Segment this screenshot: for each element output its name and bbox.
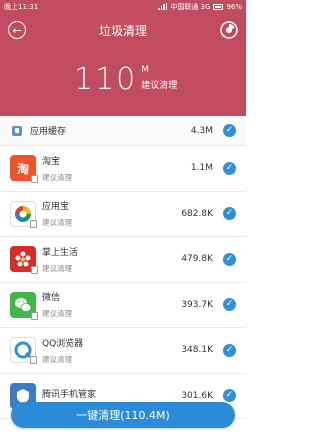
total-size-number: 110 — [74, 62, 138, 97]
checked-icon[interactable]: ✓ — [223, 207, 236, 221]
battery-level: 96% — [226, 2, 242, 11]
cache-category-row[interactable]: 应用缓存 4.3M ✓ — [0, 116, 246, 146]
taobao-app-icon: 淘 — [10, 155, 38, 184]
app-size: 1.1M — [190, 163, 213, 174]
app-size: 393.7K — [181, 299, 213, 310]
app-name: 腾讯手机管家 — [42, 389, 97, 400]
one-key-clean-button[interactable]: 一键清理(110.4M) — [11, 402, 235, 428]
list-item[interactable]: 淘 淘宝 建议清理 1.1M ✓ — [0, 146, 246, 192]
app-size: 682.8K — [181, 208, 213, 219]
list-item[interactable]: 微信 建议清理 393.7K ✓ — [0, 283, 246, 328]
pie-chart-icon[interactable] — [220, 21, 238, 39]
status-bar: 晚上11:31 中国联通 3G 96% — [0, 0, 246, 13]
app-name: 应用宝 — [42, 202, 70, 213]
page-title: 垃圾清理 — [98, 24, 147, 38]
checked-icon[interactable]: ✓ — [223, 343, 236, 357]
lock-icon — [31, 311, 38, 320]
app-name: 微信 — [42, 293, 61, 304]
lock-icon — [30, 356, 37, 365]
checked-icon[interactable]: ✓ — [223, 124, 236, 137]
app-name: 淘宝 — [42, 156, 61, 167]
carrier-label: 中国联通 3G — [170, 2, 211, 11]
app-suggestion: 建议清理 — [42, 263, 72, 273]
app-suggestion: 建议清理 — [42, 172, 72, 182]
app-size: 348.1K — [181, 345, 213, 356]
total-size-display: 110 M 建议清理 — [74, 65, 177, 95]
summary-header: ← 垃圾清理 110 M 建议清理 — [0, 13, 246, 116]
checked-icon[interactable]: ✓ — [223, 161, 236, 175]
checked-icon[interactable]: ✓ — [223, 252, 236, 266]
app-suggestion: 建议清理 — [42, 354, 72, 364]
total-size-subtitle: 建议清理 — [141, 81, 178, 91]
app-suggestion: 建议清理 — [42, 309, 72, 319]
checked-icon[interactable]: ✓ — [223, 298, 236, 312]
cache-icon — [12, 125, 22, 136]
status-time: 晚上11:31 — [4, 2, 39, 11]
yingyongbao-app-icon — [10, 200, 37, 228]
zhangshangshenghuo-app-icon — [10, 246, 38, 275]
app-suggestion: 建议清理 — [42, 218, 72, 228]
list-item[interactable]: QQ浏览器 建议清理 348.1K ✓ — [0, 328, 246, 374]
lock-icon — [31, 175, 38, 184]
qq-browser-app-icon — [10, 337, 37, 365]
wechat-app-icon — [10, 291, 38, 320]
lock-icon — [31, 266, 38, 275]
app-size: 479.8K — [181, 254, 213, 265]
cache-size: 4.3M — [190, 125, 213, 136]
battery-icon — [213, 3, 224, 10]
cache-label: 应用缓存 — [30, 127, 67, 137]
app-name: 掌上生活 — [42, 247, 79, 258]
list-item[interactable]: 掌上生活 建议清理 479.8K ✓ — [0, 237, 246, 283]
app-name: QQ浏览器 — [42, 338, 84, 349]
list-item[interactable]: 应用宝 建议清理 682.8K ✓ — [0, 192, 246, 237]
junk-list: 应用缓存 4.3M ✓ 淘 淘宝 建议清理 1.1M ✓ 应用宝 建议清理 68… — [0, 116, 246, 438]
checked-icon[interactable]: ✓ — [223, 389, 236, 403]
app-size: 301.6K — [181, 390, 213, 401]
signal-icon — [158, 3, 168, 10]
total-size-unit: M — [141, 65, 150, 75]
lock-icon — [30, 219, 37, 228]
